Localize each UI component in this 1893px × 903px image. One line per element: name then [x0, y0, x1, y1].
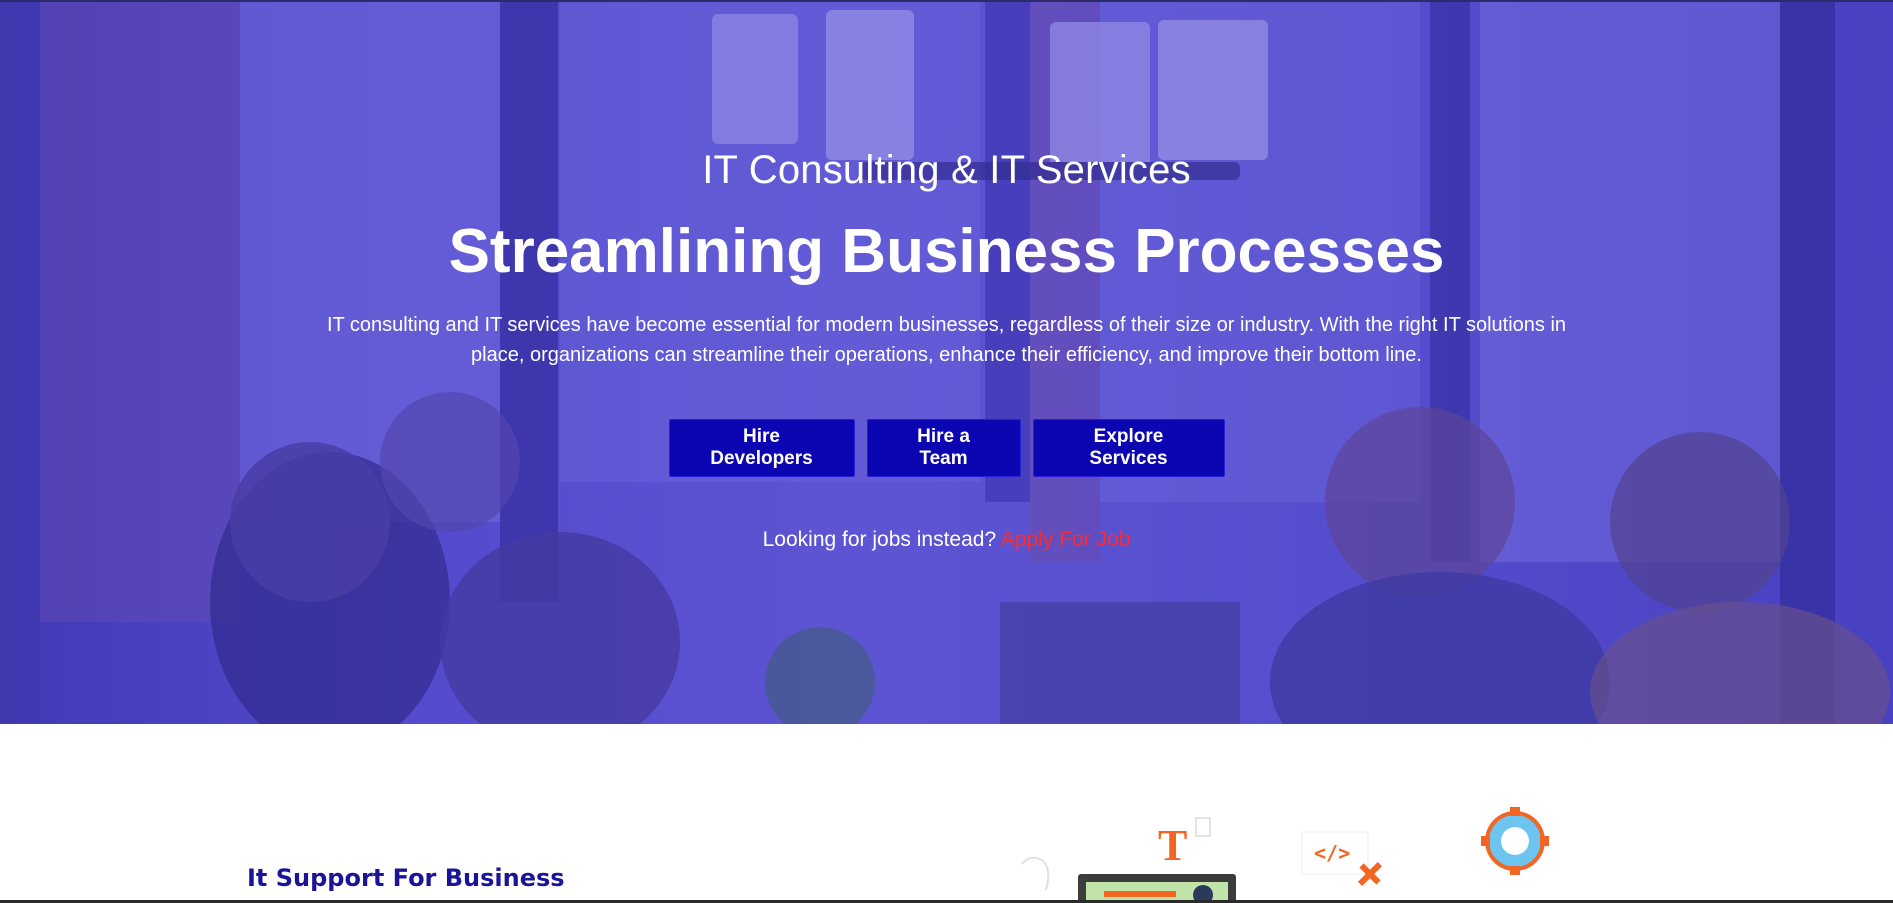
it-support-section: It Support For Business T </>: [0, 724, 1893, 903]
hire-team-button[interactable]: Hire a Team: [866, 419, 1021, 477]
code-icon: </>: [1314, 841, 1350, 865]
hero-lead-paragraph: IT consulting and IT services have becom…: [326, 314, 1567, 366]
gear-icon: [1481, 807, 1549, 875]
hero-headline: Streamlining Business Processes: [448, 217, 1445, 286]
hero-eyebrow: IT Consulting & IT Services: [702, 148, 1191, 192]
apply-for-job-link[interactable]: Apply For Job: [1001, 528, 1131, 551]
hero-button-group: Hire Developers Hire a Team Explore Serv…: [0, 419, 1893, 477]
hero-content: IT Consulting & IT Services Streamlining…: [0, 2, 1893, 724]
explore-services-button[interactable]: Explore Services: [1032, 419, 1225, 477]
text-tool-icon: T: [1158, 821, 1187, 870]
hero-banner: IT Consulting & IT Services Streamlining…: [0, 0, 1893, 724]
it-services-illustration: T </>: [1021, 807, 1549, 903]
jobs-prompt: Looking for jobs instead? Apply For Job: [0, 528, 1893, 552]
hire-developers-button[interactable]: Hire Developers: [668, 419, 855, 477]
jobs-prompt-text: Looking for jobs instead?: [762, 528, 997, 551]
section-title: It Support For Business: [247, 864, 565, 892]
